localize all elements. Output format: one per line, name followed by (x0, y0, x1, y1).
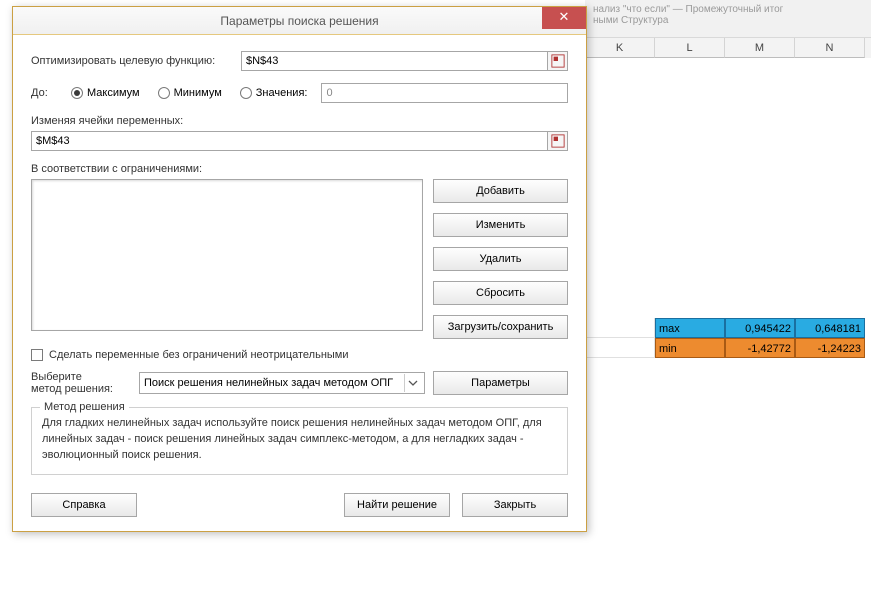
changing-cells-input[interactable] (31, 131, 548, 151)
method-label: метод решения: (31, 383, 131, 395)
solve-button[interactable]: Найти решение (344, 493, 450, 517)
cell-max-m[interactable]: 0,945422 (725, 318, 795, 338)
titlebar[interactable]: Параметры поиска решения ✕ (13, 7, 586, 35)
reset-button[interactable]: Сбросить (433, 281, 568, 305)
method-select[interactable]: Поиск решения нелинейных задач методом О… (139, 372, 425, 394)
constraints-list[interactable] (31, 179, 423, 331)
changing-cells-label: Изменяя ячейки переменных: (31, 115, 568, 127)
cell-max-label[interactable]: max (655, 318, 725, 338)
objective-input[interactable] (241, 51, 548, 71)
radio-min[interactable]: Минимум (158, 87, 222, 99)
cell-min-n[interactable]: -1,24223 (795, 338, 865, 358)
radio-icon (71, 87, 83, 99)
change-constraint-button[interactable]: Изменить (433, 213, 568, 237)
radio-icon (158, 87, 170, 99)
nonneg-checkbox[interactable] (31, 349, 43, 361)
solver-dialog: Параметры поиска решения ✕ Оптимизироват… (12, 6, 587, 532)
method-groupbox: Метод решения Для гладких нелинейных зад… (31, 407, 568, 475)
load-save-button[interactable]: Загрузить/сохранить (433, 315, 568, 339)
dialog-title: Параметры поиска решения (220, 14, 378, 28)
chevron-down-icon (404, 374, 420, 392)
range-picker-icon (551, 134, 565, 148)
col-header-k[interactable]: K (585, 38, 655, 58)
nonneg-label: Сделать переменные без ограничений неотр… (49, 349, 349, 361)
objective-ref-button[interactable] (548, 51, 568, 71)
grid[interactable]: max 0,945422 0,648181 min -1,42772 -1,24… (585, 58, 871, 595)
method-description: Для гладких нелинейных задач используйте… (42, 416, 557, 464)
groupbox-title: Метод решения (40, 401, 129, 413)
range-picker-icon (551, 54, 565, 68)
add-constraint-button[interactable]: Добавить (433, 179, 568, 203)
cell-max-n[interactable]: 0,648181 (795, 318, 865, 338)
radio-max[interactable]: Максимум (71, 87, 140, 99)
radio-icon (240, 87, 252, 99)
parameters-button[interactable]: Параметры (433, 371, 568, 395)
delete-constraint-button[interactable]: Удалить (433, 247, 568, 271)
radio-value[interactable]: Значения: (240, 87, 308, 99)
close-dialog-button[interactable]: Закрыть (462, 493, 568, 517)
table-row: min -1,42772 -1,24223 (585, 338, 871, 358)
value-of-input[interactable] (321, 83, 568, 103)
changing-ref-button[interactable] (548, 131, 568, 151)
help-button[interactable]: Справка (31, 493, 137, 517)
ribbon-fragment: нализ "что если" — Промежуточный итог ны… (585, 0, 871, 38)
col-header-m[interactable]: M (725, 38, 795, 58)
close-button[interactable]: ✕ (542, 7, 586, 29)
col-header-l[interactable]: L (655, 38, 725, 58)
constraints-label: В соответствии с ограничениями: (31, 163, 568, 175)
cell-min-label[interactable]: min (655, 338, 725, 358)
optimize-label: Оптимизировать целевую функцию: (31, 55, 241, 67)
col-header-n[interactable]: N (795, 38, 865, 58)
close-icon: ✕ (559, 9, 570, 24)
column-headers: K L M N (585, 38, 871, 58)
table-row: max 0,945422 0,648181 (585, 318, 871, 338)
to-label: До: (31, 87, 71, 99)
method-label: Выберите (31, 371, 131, 383)
to-radio-group: Максимум Минимум Значения: (71, 87, 307, 99)
cell-min-m[interactable]: -1,42772 (725, 338, 795, 358)
